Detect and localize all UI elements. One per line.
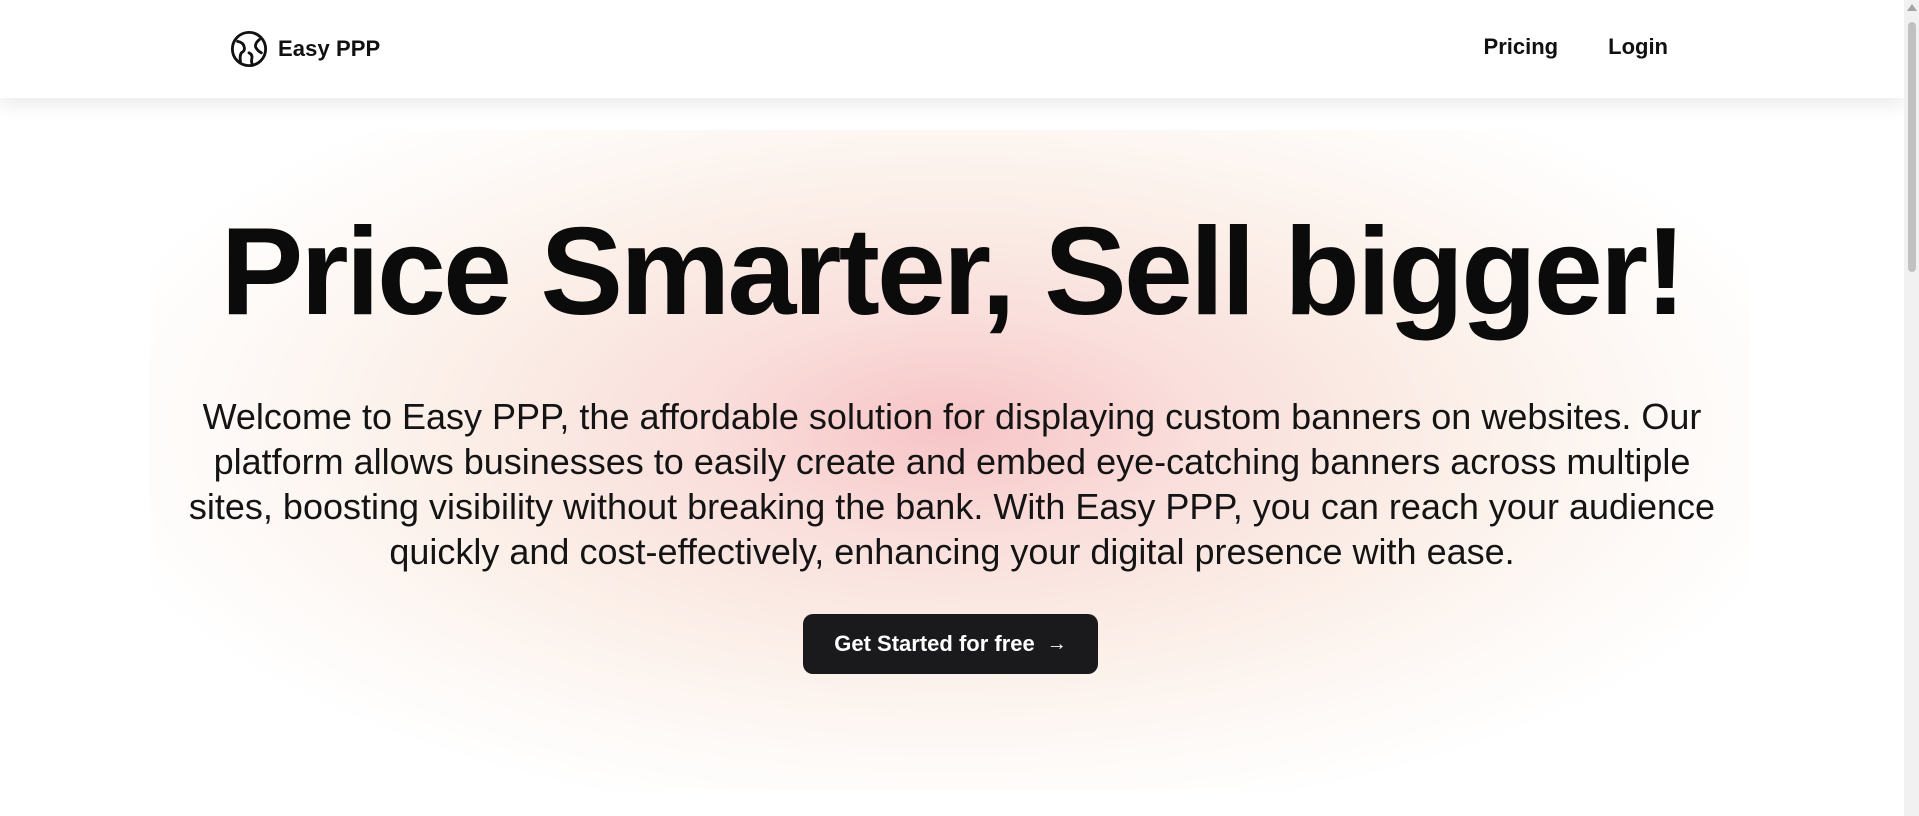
globe-logo-icon bbox=[230, 30, 268, 68]
nav-link-login[interactable]: Login bbox=[1608, 34, 1668, 60]
site-header: Easy PPP Pricing Login bbox=[0, 0, 1904, 98]
hero-headline: Price Smarter, Sell bigger! bbox=[220, 203, 1687, 341]
brand-name: Easy PPP bbox=[278, 36, 381, 61]
brand-link[interactable]: Easy PPP bbox=[230, 30, 380, 68]
arrow-right-icon: → bbox=[1046, 633, 1067, 655]
scroll-up-arrow-icon[interactable] bbox=[1907, 4, 1917, 11]
scrollbar-thumb[interactable] bbox=[1908, 22, 1916, 272]
hero-section: Price Smarter, Sell bigger! Welcome to E… bbox=[0, 98, 1904, 816]
get-started-button[interactable]: Get Started for free → bbox=[803, 614, 1098, 674]
main-nav: Pricing Login bbox=[1484, 34, 1668, 60]
page: Easy PPP Pricing Login Price Smarter, Se… bbox=[0, 0, 1904, 816]
vertical-scrollbar[interactable] bbox=[1904, 0, 1919, 816]
nav-link-pricing[interactable]: Pricing bbox=[1484, 34, 1559, 60]
hero-description: Welcome to Easy PPP, the affordable solu… bbox=[188, 396, 1716, 572]
get-started-label: Get Started for free bbox=[834, 631, 1035, 656]
